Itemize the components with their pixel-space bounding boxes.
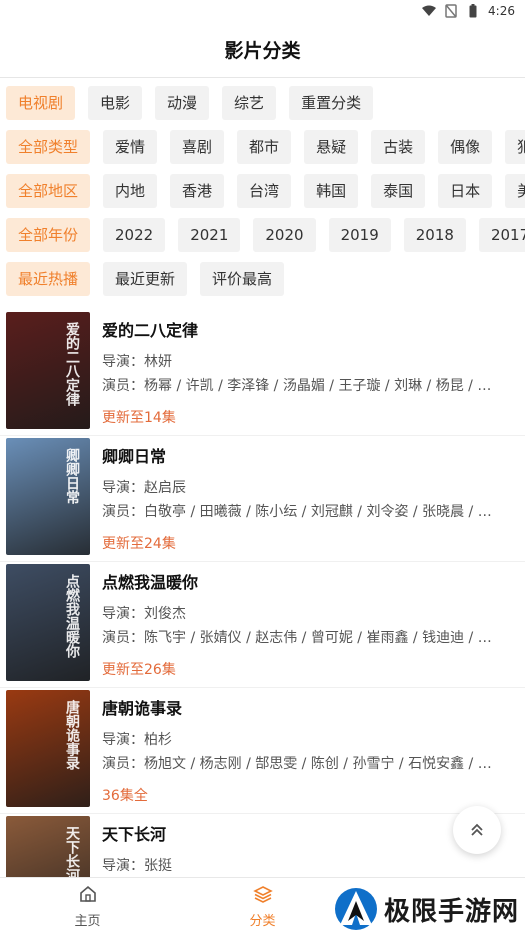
show-poster[interactable]: 唐朝诡事录: [6, 690, 90, 807]
filter-chip-regions-7[interactable]: 美国: [505, 174, 525, 208]
filter-chip-regions-0[interactable]: 全部地区: [6, 174, 91, 208]
filter-chip-genres-1[interactable]: 爱情: [103, 130, 158, 164]
nav-item-1[interactable]: 分类: [175, 878, 350, 935]
filter-chip-genres-7[interactable]: 犯罪: [505, 130, 525, 164]
filter-chip-genres-0[interactable]: 全部类型: [6, 130, 91, 164]
show-status: 36集全: [102, 788, 148, 804]
poster-title-art: 卿卿日常: [64, 448, 80, 504]
show-director: 导演：赵启辰: [102, 480, 186, 496]
status-bar: 4:26: [0, 0, 525, 22]
year-filter-row: 全部年份2022202120202019201820172016: [0, 218, 525, 252]
show-poster[interactable]: 爱的二八定律: [6, 312, 90, 429]
filter-chip-sort-2[interactable]: 评价最高: [200, 262, 285, 296]
wifi-icon: [422, 4, 437, 18]
show-director: 导演：柏杉: [102, 732, 172, 748]
filter-chip-regions-6[interactable]: 日本: [438, 174, 493, 208]
filter-chip-sort-0[interactable]: 最近热播: [6, 262, 91, 296]
nav-item-0[interactable]: 主页: [0, 878, 175, 935]
genre-filter-row: 全部类型爱情喜剧都市悬疑古装偶像犯罪: [0, 130, 525, 164]
watermark-text: 极限手游网: [384, 896, 520, 927]
filter-chip-categories-3[interactable]: 综艺: [222, 86, 277, 120]
show-status: 更新至26集: [102, 662, 176, 678]
show-title: 爱的二八定律: [102, 321, 199, 340]
filter-chip-years-1[interactable]: 2022: [103, 218, 166, 252]
poster-title-art: 天下长河: [64, 826, 80, 882]
nav-label: 分类: [249, 914, 276, 929]
filter-chip-genres-6[interactable]: 偶像: [438, 130, 493, 164]
show-actors: 演员：杨幂 / 许凯 / 李泽锋 / 汤晶媚 / 王子璇 / 刘琳 / 杨昆 /…: [102, 378, 505, 394]
double-chevron-up-icon: [471, 823, 483, 836]
watermark-logo: [335, 888, 377, 930]
show-list-item[interactable]: 点燃我温暖你 点燃我温暖你 导演：刘俊杰 演员：陈飞宇 / 张婧仪 / 赵志伟 / 曾…: [0, 562, 525, 688]
show-info: 卿卿日常导演：赵启辰演员：白敬亭 / 田曦薇 / 陈小纭 / 刘冠麒 / 刘令姿…: [90, 438, 525, 561]
region-filter-row: 全部地区内地香港台湾韩国泰国日本美国: [0, 174, 525, 208]
show-director: 导演：林妍: [102, 354, 172, 370]
show-info: 点燃我温暖你 导演：刘俊杰演员：陈飞宇 / 张婧仪 / 赵志伟 / 曾可妮 / 崔…: [90, 564, 525, 687]
filter-chip-genres-3[interactable]: 都市: [237, 130, 292, 164]
filter-chip-genres-4[interactable]: 悬疑: [304, 130, 359, 164]
scroll-to-top-button[interactable]: [453, 806, 501, 854]
show-title: 唐朝诡事录: [102, 699, 183, 718]
show-list-item[interactable]: 爱的二八定律 爱的二八定律 导演：林妍 演员：杨幂 / 许凯 / 李泽锋 / 汤晶媚 …: [0, 310, 525, 436]
filter-chip-regions-5[interactable]: 泰国: [371, 174, 426, 208]
show-director: 导演：刘俊杰: [102, 606, 186, 622]
filter-chip-categories-1[interactable]: 电影: [88, 86, 143, 120]
filter-chip-years-0[interactable]: 全部年份: [6, 218, 91, 252]
app-header: 影片分类: [0, 22, 525, 78]
show-director: 导演：张挺: [102, 858, 172, 874]
category-filter-row: 电视剧 电影 动漫 综艺 重置分类: [0, 86, 525, 120]
show-status: 更新至14集: [102, 410, 176, 426]
filter-chip-regions-3[interactable]: 台湾: [237, 174, 292, 208]
battery-icon: [466, 4, 480, 18]
page-title: 影片分类: [224, 40, 301, 62]
show-title: 点燃我温暖你: [102, 573, 199, 592]
filter-chip-genres-5[interactable]: 古装: [371, 130, 426, 164]
filter-chip-years-2[interactable]: 2021: [178, 218, 241, 252]
layers-icon: [252, 884, 273, 908]
filter-panel: 电视剧电影动漫综艺重置分类 全部类型爱情喜剧都市悬疑古装偶像犯罪 全部地区内地香…: [0, 78, 525, 296]
filter-chip-categories-4[interactable]: 重置分类: [289, 86, 374, 120]
no-sim-icon: [444, 4, 458, 18]
filter-chip-regions-4[interactable]: 韩国: [304, 174, 359, 208]
show-list: 爱的二八定律 爱的二八定律 导演：林妍 演员：杨幂 / 许凯 / 李泽锋 / 汤晶媚 …: [0, 310, 525, 935]
show-info: 爱的二八定律 导演：林妍演员：杨幂 / 许凯 / 李泽锋 / 汤晶媚 / 王子璇 …: [90, 312, 525, 435]
filter-chip-sort-1[interactable]: 最近更新: [103, 262, 188, 296]
show-info: 唐朝诡事录导演：柏杉演员：杨旭文 / 杨志刚 / 郜思雯 / 陈创 / 孙雪宁 …: [90, 690, 525, 813]
show-status: 更新至24集: [102, 536, 176, 552]
poster-title-art: 爱的二八定律: [64, 322, 80, 406]
show-title: 卿卿日常: [102, 447, 167, 466]
show-actors: 演员：白敬亭 / 田曦薇 / 陈小纭 / 刘冠麒 / 刘令姿 / 张晓晨 / 昌…: [102, 504, 506, 520]
watermark: 极限手游网: [334, 887, 519, 931]
show-list-item[interactable]: 唐朝诡事录 唐朝诡事录 导演：柏杉 演员：杨旭文 / 杨志刚 / 郜思雯 / 陈创 /…: [0, 688, 525, 814]
show-list-item[interactable]: 卿卿日常 卿卿日常 导演：赵启辰 演员：白敬亭 / 田曦薇 / 陈小纭 / 刘冠麒 /…: [0, 436, 525, 562]
poster-title-art: 点燃我温暖你: [64, 574, 80, 658]
filter-chip-categories-2[interactable]: 动漫: [155, 86, 210, 120]
filter-chip-genres-2[interactable]: 喜剧: [170, 130, 225, 164]
filter-chip-years-3[interactable]: 2020: [253, 218, 316, 252]
show-actors: 演员：陈飞宇 / 张婧仪 / 赵志伟 / 曾可妮 / 崔雨鑫 / 钱迪迪 / 姜…: [102, 630, 506, 646]
status-time: 4:26: [488, 4, 515, 18]
filter-chip-years-6[interactable]: 2017: [478, 218, 525, 252]
home-icon: [78, 884, 98, 908]
show-poster[interactable]: 点燃我温暖你: [6, 564, 90, 681]
filter-chip-regions-2[interactable]: 香港: [170, 174, 225, 208]
filter-chip-regions-1[interactable]: 内地: [103, 174, 158, 208]
filter-chip-categories-0[interactable]: 电视剧: [6, 86, 76, 120]
filter-chip-years-5[interactable]: 2018: [403, 218, 466, 252]
show-actors: 演员：杨旭文 / 杨志刚 / 郜思雯 / 陈创 / 孙雪宁 / 石悦安鑫 / 张…: [102, 756, 506, 772]
show-poster[interactable]: 卿卿日常: [6, 438, 90, 555]
nav-label: 主页: [74, 914, 101, 929]
sort-filter-row: 最近热播 最近更新 评价最高: [0, 262, 525, 296]
poster-title-art: 唐朝诡事录: [64, 700, 80, 770]
filter-chip-years-4[interactable]: 2019: [328, 218, 391, 252]
